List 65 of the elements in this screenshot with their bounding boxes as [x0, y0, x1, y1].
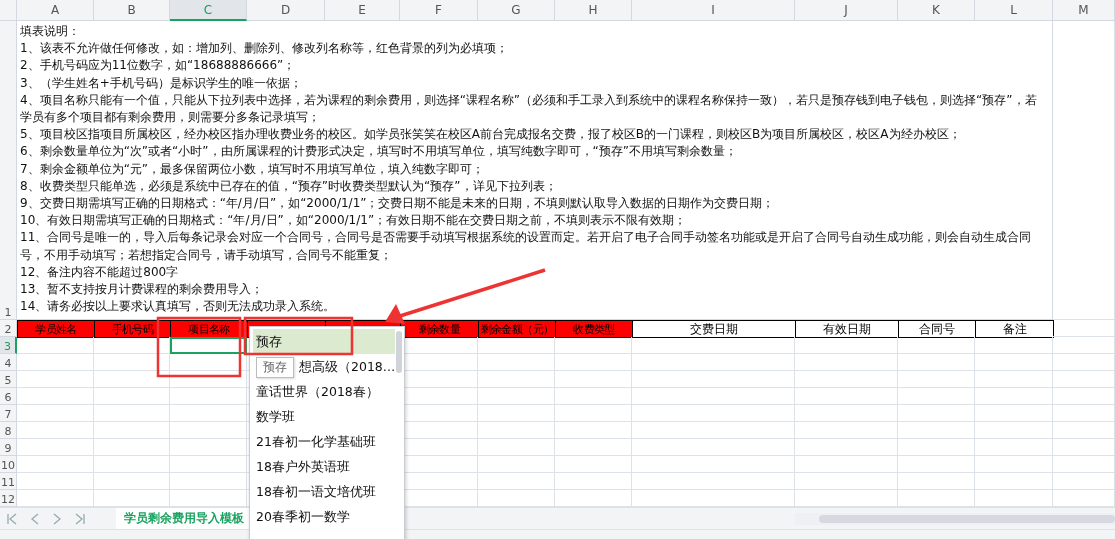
instruction-text: 11、合同号是唯一的，导入后每条记录会对应一个合同号，合同号是否需要手动填写根据系统的设置而定。若开启了电子合同手动签名功能或是开启了合同号自动生成功能，则会自动生成合同号，不用手动填写；若想指定合同号，请手动填写，合同号不能重复；	[20, 229, 1033, 264]
row-number[interactable]: 8	[0, 422, 17, 439]
select-all-corner[interactable]	[0, 0, 17, 21]
header-cell: 剩余数量	[400, 320, 479, 338]
instruction-text: 7、剩余金额单位为“元”，最多保留两位小数，填写时不用填写单位，填入纯数字即可；	[20, 160, 486, 178]
header-cell: 剩余金额（元）	[478, 320, 556, 338]
instruction-text: 3、（学生姓名+手机号码）是标识学生的唯一依据；	[20, 74, 303, 92]
header-cell: 合同号	[898, 320, 976, 338]
instruction-text: 5、项目校区指项目所属校区，经办校区指办理收费业务的校区。如学员张笑笑在校区A前台完成报名交费，报了校区B的一门课程，则校区B为项目所属校区，校区A为经办校区；	[20, 126, 962, 144]
column-header[interactable]: H	[555, 0, 632, 21]
row-number[interactable]: 1	[0, 21, 17, 320]
dropdown-item[interactable]: 18春户外英语班	[253, 454, 395, 479]
tooltip: 预存	[256, 357, 294, 378]
first-sheet-icon[interactable]	[6, 511, 18, 526]
row-number[interactable]: 4	[0, 354, 17, 371]
instruction-text: 1、该表不允许做任何修改，如：增加列、删除列、修改列名称等，红色背景的列为必填项；	[20, 40, 509, 58]
column-header[interactable]: J	[795, 0, 898, 21]
header-cell: 项目名称	[170, 320, 248, 338]
dropdown-item[interactable]: 20春季初一数学	[253, 504, 395, 529]
instruction-text: 12、备注内容不能超过800字	[20, 263, 180, 281]
column-header[interactable]: F	[400, 0, 478, 21]
column-header[interactable]: L	[975, 0, 1053, 21]
row-number[interactable]: 12	[0, 490, 17, 507]
dropdown-item[interactable]: 想高级（2018…	[299, 354, 395, 379]
instruction-text: 2、手机号码应为11位数字，如“18688886666”；	[20, 57, 297, 75]
instruction-text: 8、收费类型只能单选，必须是系统中已存在的值，“预存”时收费类型默认为“预存”，详见下拉列表；	[20, 177, 558, 195]
column-header[interactable]: M	[1053, 0, 1115, 21]
instruction-text: 13、暂不支持按月计费课程的剩余费用导入；	[20, 281, 265, 299]
column-header[interactable]: G	[478, 0, 555, 21]
instruction-text: 6、剩余数量单位为“次”或者“小时”，由所属课程的计费形式决定，填写时不用填写单位，填写纯数字即可，“预存”不用填写剩余数量；	[20, 143, 738, 161]
row-number[interactable]: 11	[0, 473, 17, 490]
column-header[interactable]: K	[898, 0, 975, 21]
column-header[interactable]: I	[632, 0, 795, 21]
column-header[interactable]: D	[247, 0, 325, 21]
table-cell[interactable]	[170, 337, 247, 354]
row-number[interactable]: 2	[0, 320, 17, 337]
last-sheet-icon[interactable]	[74, 511, 86, 526]
row-number[interactable]: 6	[0, 388, 17, 405]
previous-sheet-icon[interactable]	[30, 511, 40, 526]
dropdown-item[interactable]: 数学班	[253, 404, 395, 429]
row-number[interactable]: 9	[0, 439, 17, 456]
dropdown-item[interactable]: 18春初一语文培优班	[253, 479, 395, 504]
header-cell: 收费类型	[555, 320, 633, 338]
header-cell: 有效日期	[795, 320, 899, 338]
dropdown-scrollbar[interactable]	[396, 331, 402, 373]
row-number[interactable]: 10	[0, 456, 17, 473]
dropdown-item[interactable]: 预存	[253, 329, 395, 354]
instruction-text: 4、项目名称只能有一个值，只能从下拉列表中选择，若为课程的剩余费用，则选择“课程名称”（必须和手工录入到系统中的课程名称保持一致），若只是预存钱到电子钱包，则选择“预存”，若学员有多个项目都有剩余费用，则需要分多条记录填写；	[20, 91, 1038, 126]
row-number[interactable]: 5	[0, 371, 17, 388]
instruction-title: 填表说明：	[20, 23, 81, 40]
column-header[interactable]: A	[17, 0, 94, 21]
dropdown-item[interactable]: 21春初一化学基础班	[253, 429, 395, 454]
next-sheet-icon[interactable]	[52, 511, 62, 526]
header-cell: 学员姓名	[17, 320, 95, 338]
header-cell: 交费日期	[632, 320, 796, 338]
header-cell: 手机号码	[94, 320, 171, 338]
column-header[interactable]: B	[94, 0, 170, 21]
dropdown-item[interactable]: 童话世界（2018春）	[253, 379, 395, 404]
instruction-text: 9、交费日期需填写正确的日期格式：“年/月/日”，如“2000/1/1”；交费日期不能是未来的日期，不填则默认取导入数据的日期作为交费日期；	[20, 195, 776, 213]
instruction-text: 14、请务必按以上要求认真填写，否则无法成功录入系统。	[20, 298, 337, 316]
instruction-text: 10、有效日期需填写正确的日期格式：“年/月/日”，如“2000/1/1”；有效日期不能在交费日期之前，不填则表示不限有效期；	[20, 212, 688, 230]
header-cell: 备注	[975, 320, 1054, 338]
horizontal-scrollbar[interactable]	[795, 512, 1115, 525]
column-header[interactable]: E	[325, 0, 400, 21]
row-number[interactable]: 7	[0, 405, 17, 422]
